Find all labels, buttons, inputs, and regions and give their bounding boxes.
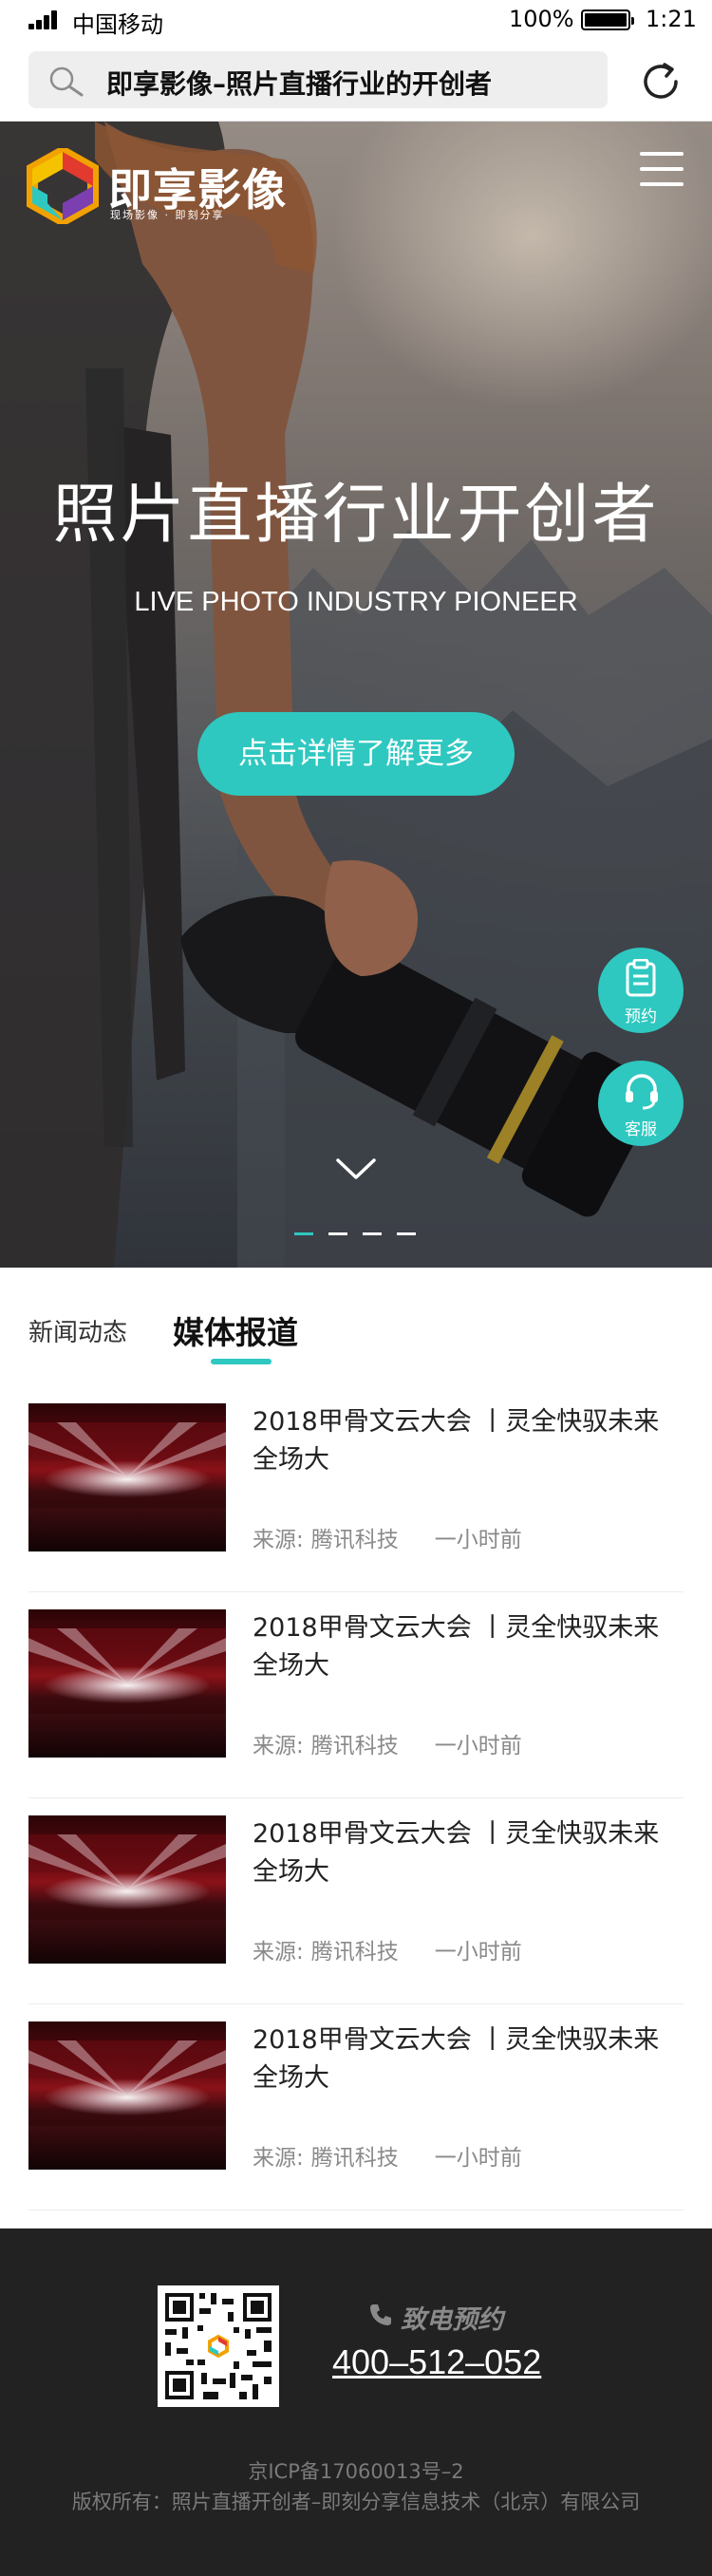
news-list: 2018甲骨文云大会 丨灵全快驭未来全场大 来源: 腾讯科技 一小时前 2018甲骨… — [28, 1386, 684, 2210]
carousel-dot[interactable] — [363, 1232, 382, 1235]
battery-percent: 100% — [509, 6, 574, 32]
logo-tagline: 现场影像 · 即刻分享 — [110, 209, 225, 221]
logo-hexagon-icon — [27, 148, 99, 224]
status-time: 1:21 — [646, 6, 697, 32]
call-to-book-label: 致电预约 — [368, 2299, 503, 2336]
copyright-text: 版权所有：照片直播开创者–即刻分享信息技术（北京）有限公司 — [71, 2491, 641, 2513]
carrier-name: 中国移动 — [72, 11, 163, 38]
news-source: 腾讯科技 — [310, 1528, 399, 1552]
book-label: 预约 — [625, 1007, 657, 1026]
headset-icon — [626, 1074, 658, 1110]
brand-logo[interactable]: 即享影像 现场影像 · 即刻分享 — [27, 148, 286, 228]
hero-title: 照片直播行业开创者 — [52, 478, 660, 553]
news-time: 一小时前 — [434, 1528, 522, 1552]
carousel-dot[interactable] — [397, 1232, 416, 1235]
news-meta: 来源: 腾讯科技 一小时前 — [253, 1727, 522, 1759]
list-item[interactable]: 2018甲骨文云大会 丨灵全快驭未来全场大 来源: 腾讯科技 一小时前 — [28, 1798, 684, 2004]
footer: 致电预约 400–512–052 京ICP备17060013号–2 版权所有：照… — [0, 2228, 712, 2576]
news-title: 2018甲骨文云大会 丨灵全快驭未来全场大 — [253, 1613, 660, 1681]
hero-subtitle: LIVE PHOTO INDUSTRY PIONEER — [134, 587, 578, 617]
news-thumbnail — [28, 2021, 226, 2170]
reload-icon[interactable] — [638, 59, 684, 104]
hamburger-menu-icon[interactable] — [640, 150, 684, 188]
chevron-down-icon[interactable] — [334, 1156, 378, 1183]
news-thumbnail — [28, 1815, 226, 1964]
customer-service-button[interactable]: 客服 — [598, 1061, 684, 1146]
list-item[interactable]: 2018甲骨文云大会 丨灵全快驭未来全场大 来源: 腾讯科技 一小时前 — [28, 1592, 684, 1798]
carousel-dot[interactable] — [294, 1232, 313, 1235]
learn-more-button[interactable]: 点击详情了解更多 — [197, 712, 515, 796]
clipboard-icon — [626, 959, 656, 997]
tab-media[interactable]: 媒体报道 — [173, 1307, 298, 1353]
news-title: 2018甲骨文云大会 丨灵全快驭未来全场大 — [253, 1819, 660, 1887]
list-item[interactable]: 2018甲骨文云大会 丨灵全快驭未来全场大 来源: 腾讯科技 一小时前 — [28, 2004, 684, 2210]
carousel-dot[interactable] — [328, 1232, 347, 1235]
news-tabs: 新闻动态 媒体报道 — [0, 1268, 712, 1372]
url-title: 即享影像–照片直播行业的开创者 — [106, 68, 493, 100]
news-meta: 来源: 腾讯科技 一小时前 — [253, 1521, 522, 1553]
signal-icon — [28, 10, 61, 29]
icp-number: 京ICP备17060013号–2 — [248, 2460, 464, 2483]
news-source: 腾讯科技 — [310, 1734, 399, 1758]
browser-address-bar: 即享影像–照片直播行业的开创者 — [0, 40, 712, 122]
news-title: 2018甲骨文云大会 丨灵全快驭未来全场大 — [253, 1407, 660, 1475]
service-label: 客服 — [625, 1120, 657, 1139]
news-thumbnail — [28, 1609, 226, 1758]
tab-news[interactable]: 新闻动态 — [28, 1313, 127, 1348]
status-bar: 中国移动 100% 1:21 — [0, 0, 712, 40]
carousel-indicators — [294, 1232, 418, 1238]
list-item[interactable]: 2018甲骨文云大会 丨灵全快驭未来全场大 来源: 腾讯科技 一小时前 — [28, 1386, 684, 1592]
source-label: 来源: — [253, 2146, 304, 2171]
phone-icon — [370, 2304, 391, 2325]
news-title: 2018甲骨文云大会 丨灵全快驭未来全场大 — [253, 2025, 660, 2093]
news-thumbnail — [28, 1403, 226, 1551]
source-label: 来源: — [253, 1528, 304, 1552]
news-time: 一小时前 — [434, 1940, 522, 1965]
news-meta: 来源: 腾讯科技 一小时前 — [253, 1933, 522, 1965]
news-source: 腾讯科技 — [310, 2146, 399, 2171]
battery-icon — [581, 9, 634, 30]
news-source: 腾讯科技 — [310, 1940, 399, 1965]
news-time: 一小时前 — [434, 2146, 522, 2171]
active-tab-indicator — [211, 1359, 272, 1364]
phone-number-link[interactable]: 400–512–052 — [332, 2342, 541, 2382]
source-label: 来源: — [253, 1940, 304, 1965]
news-meta: 来源: 腾讯科技 一小时前 — [253, 2139, 522, 2172]
hero-banner: 即享影像 现场影像 · 即刻分享 照片直播行业开创者 LIVE PHOTO IN… — [0, 122, 712, 1268]
search-icon — [49, 66, 84, 97]
url-field[interactable]: 即享影像–照片直播行业的开创者 — [28, 51, 608, 108]
news-time: 一小时前 — [434, 1734, 522, 1758]
book-button[interactable]: 预约 — [598, 948, 684, 1033]
source-label: 来源: — [253, 1734, 304, 1758]
qr-code — [158, 2285, 279, 2407]
